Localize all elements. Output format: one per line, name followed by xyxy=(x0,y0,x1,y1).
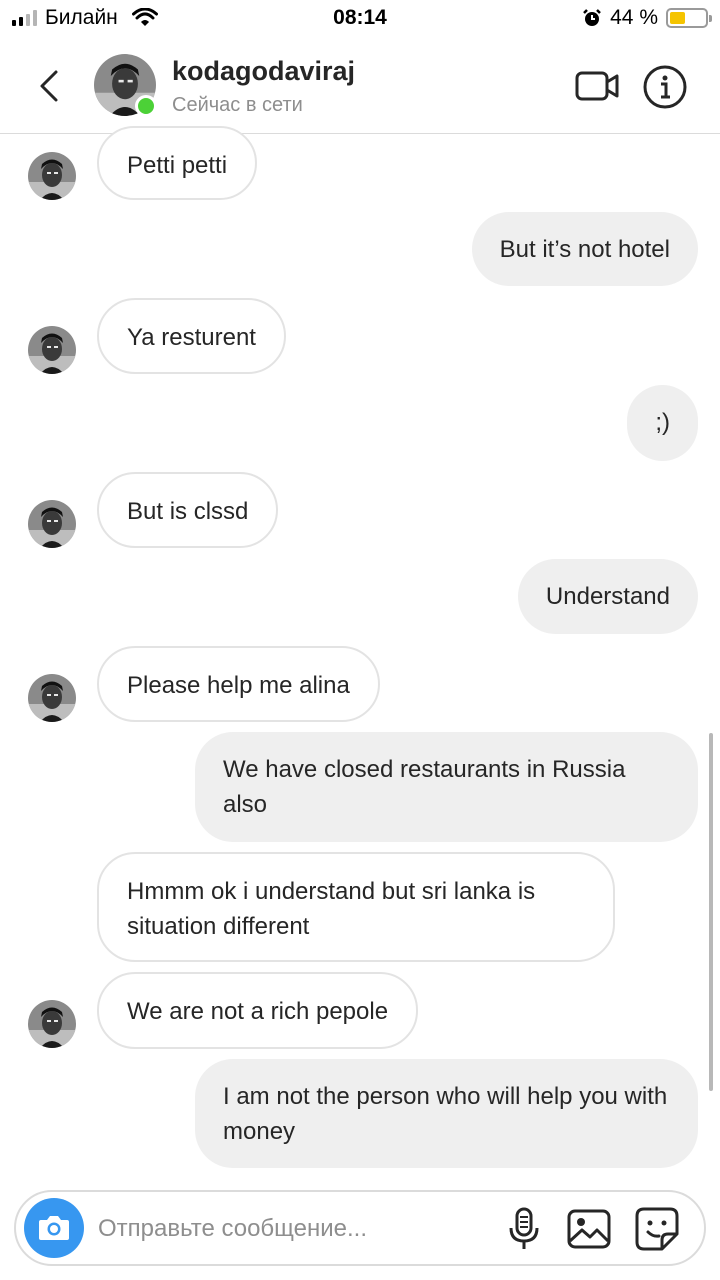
alarm-icon xyxy=(583,9,602,26)
info-icon[interactable] xyxy=(642,64,688,110)
sender-avatar[interactable] xyxy=(28,674,76,722)
message-bubble-incoming[interactable]: Ya resturent xyxy=(97,298,286,374)
message-input[interactable] xyxy=(98,1212,488,1246)
message-bubble-outgoing[interactable]: ;) xyxy=(627,385,698,461)
camera-button[interactable] xyxy=(24,1198,84,1258)
chat-header: kodagodaviraj Сейчас в сети xyxy=(0,38,720,134)
sender-avatar[interactable] xyxy=(28,1000,76,1048)
gallery-icon[interactable] xyxy=(566,1206,612,1252)
video-call-icon[interactable] xyxy=(574,66,620,106)
online-indicator xyxy=(135,95,157,117)
message-bubble-outgoing[interactable]: We have closed restaurants in Russia als… xyxy=(195,732,698,842)
camera-icon xyxy=(39,1216,69,1240)
message-bubble-incoming[interactable]: Hmmm ok i understand but sri lanka is si… xyxy=(97,852,615,962)
message-bubble-incoming[interactable]: We are not a rich pepole xyxy=(97,972,419,1049)
battery-percent: 44 % xyxy=(610,6,658,29)
battery-fill xyxy=(670,12,685,24)
message-bubble-outgoing[interactable]: But it’s not hotel xyxy=(471,212,698,286)
sender-avatar[interactable] xyxy=(28,326,76,374)
message-bubble-incoming[interactable]: But is clssd xyxy=(97,472,279,548)
sender-avatar[interactable] xyxy=(28,500,76,548)
message-bubble-outgoing[interactable]: Understand xyxy=(517,559,698,634)
message-bubble-incoming[interactable]: Please help me alina xyxy=(97,646,380,722)
contact-presence: Сейчас в сети xyxy=(172,94,303,116)
battery-icon xyxy=(666,8,712,28)
scrollbar[interactable] xyxy=(709,733,713,1091)
message-bubble-incoming[interactable]: Petti petti xyxy=(97,126,258,200)
microphone-icon[interactable] xyxy=(504,1206,544,1252)
status-right: 44 % xyxy=(582,6,712,30)
status-bar: Билайн 08:14 44 % xyxy=(0,0,720,38)
sticker-icon[interactable] xyxy=(634,1206,680,1252)
sender-avatar[interactable] xyxy=(28,152,76,200)
message-bubble-outgoing[interactable]: I am not the person who will help you wi… xyxy=(195,1059,698,1168)
message-composer xyxy=(14,1190,706,1266)
contact-username[interactable]: kodagodaviraj xyxy=(172,56,355,87)
back-arrow-icon[interactable] xyxy=(30,66,70,106)
